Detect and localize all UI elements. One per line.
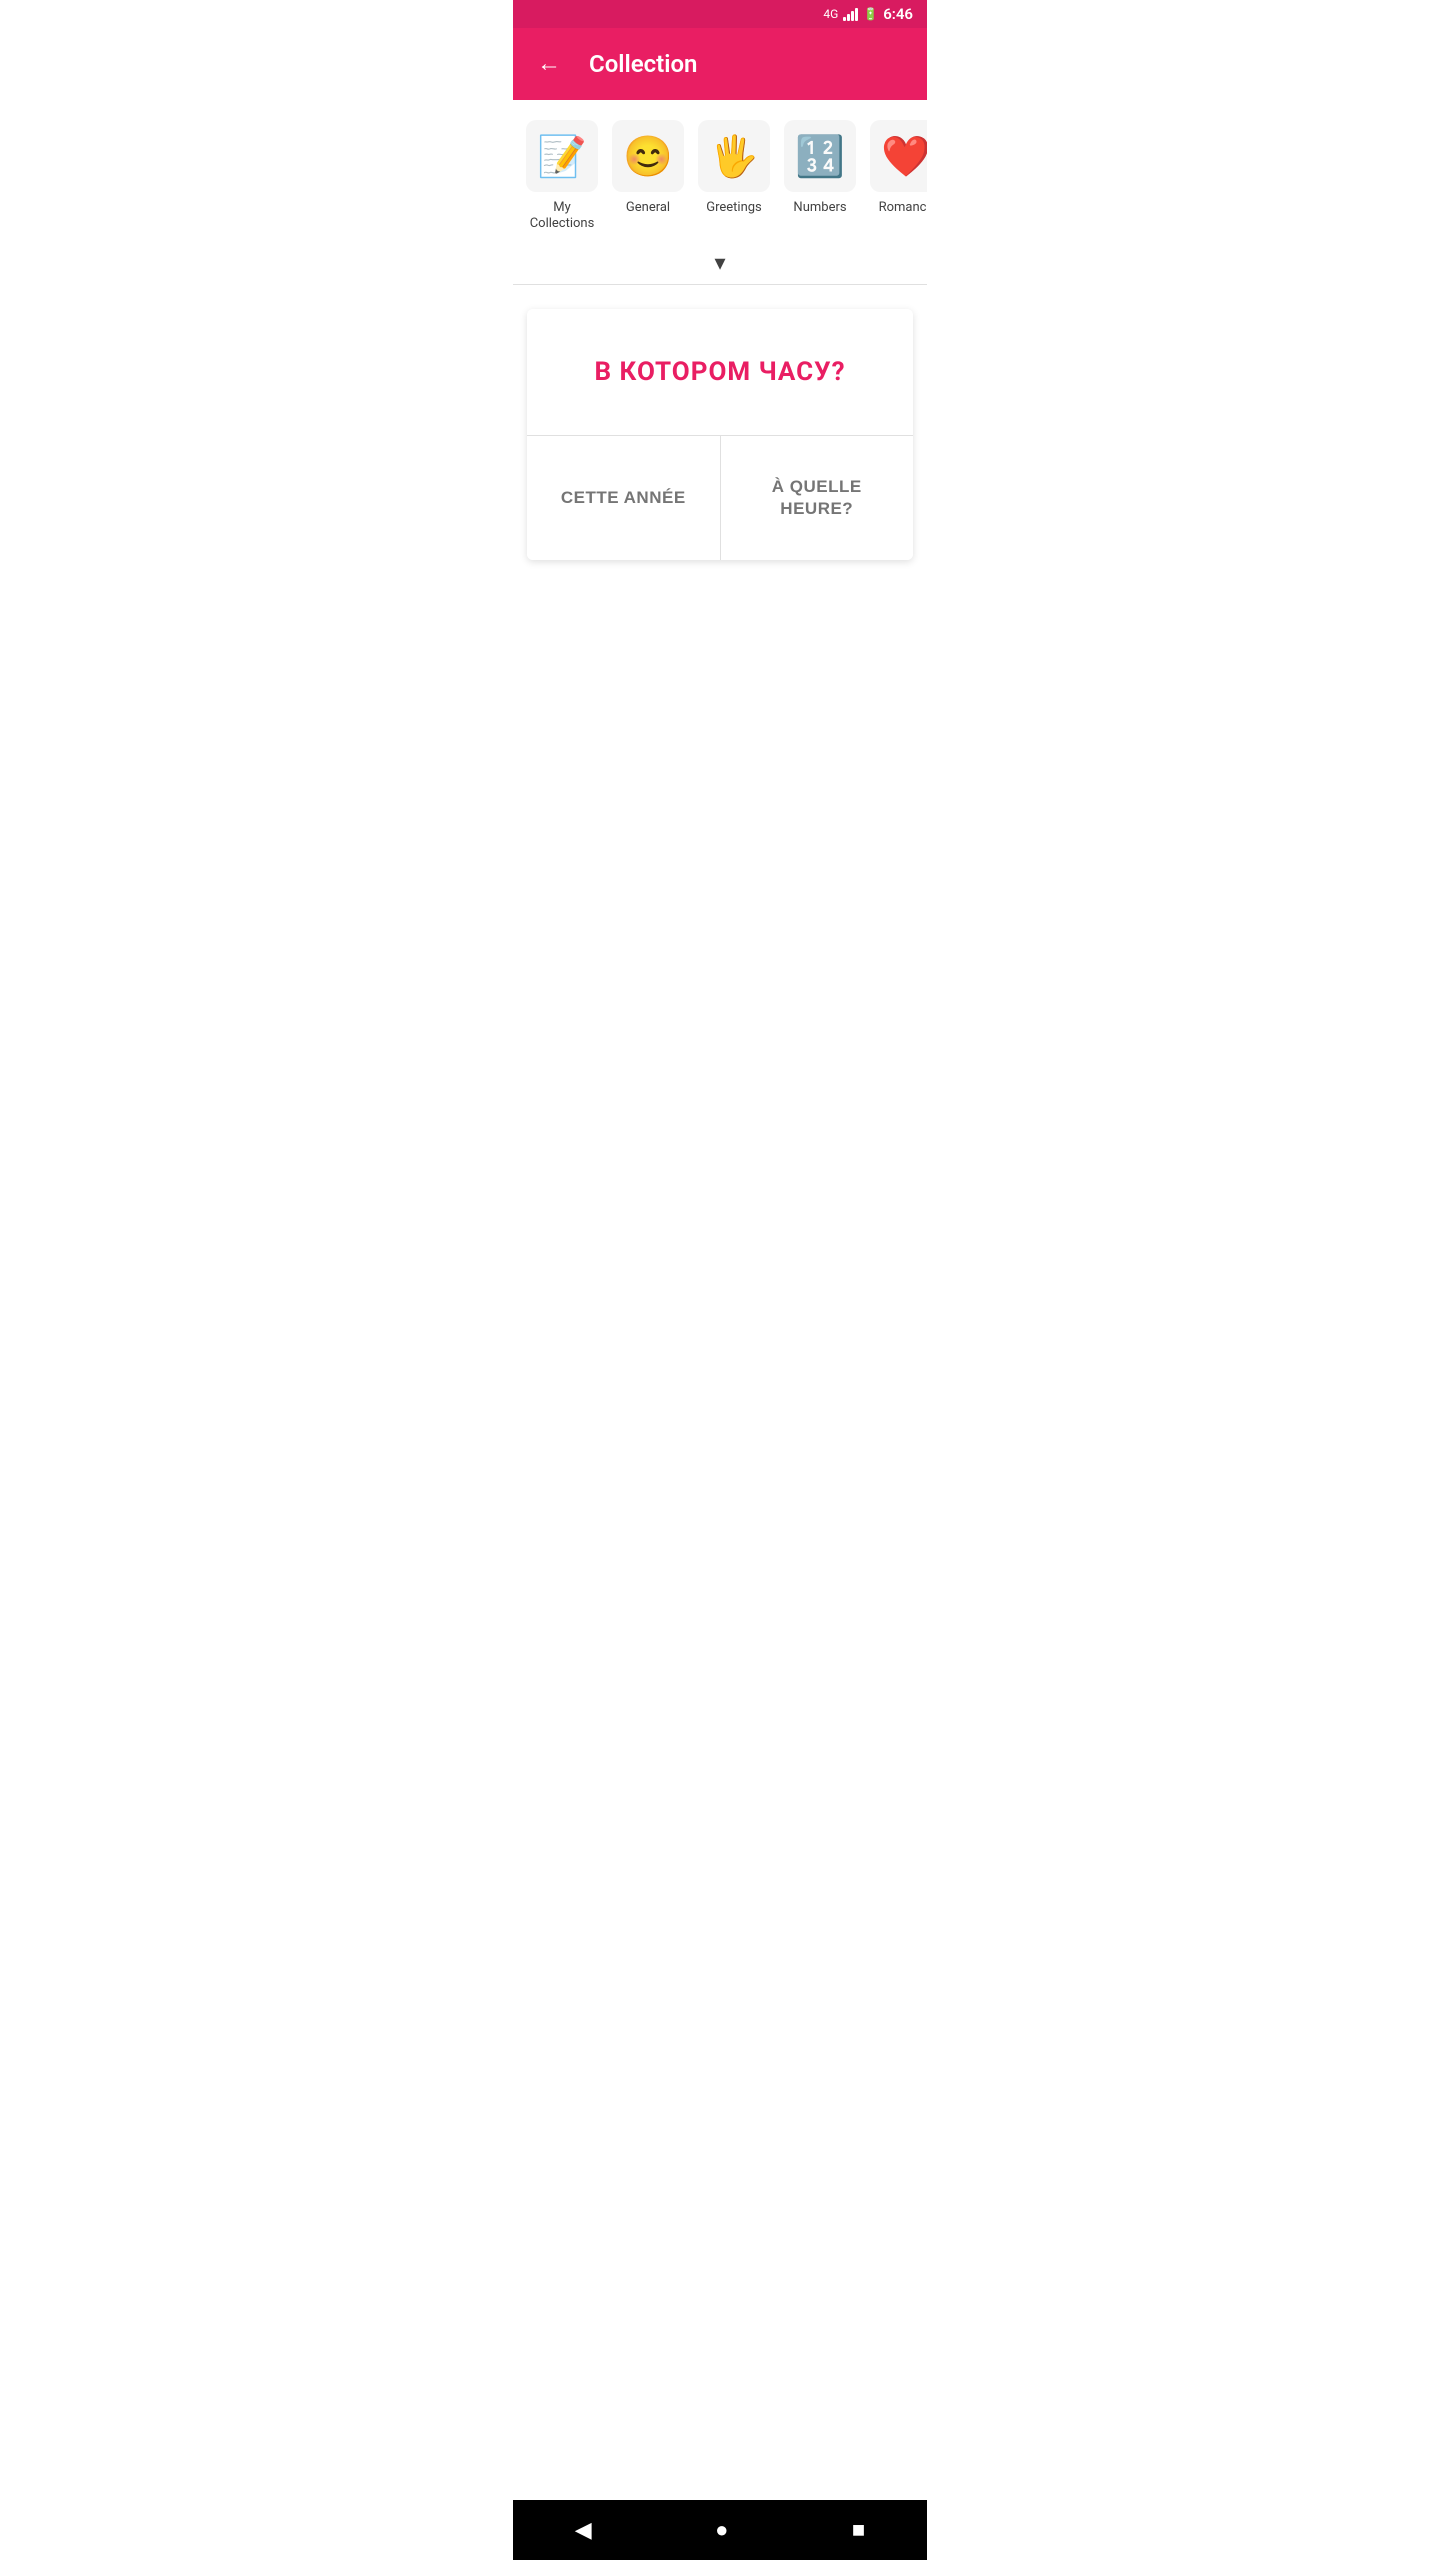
expand-icon[interactable]: ▾ <box>714 251 725 276</box>
signal-icon: 4G <box>823 7 838 21</box>
back-button[interactable]: ← <box>529 44 569 84</box>
battery-icon: 🔋 <box>863 7 878 21</box>
flashcard-area: В КОТОРОМ ЧАСУ? CETTE ANNÉE À QUELLE HEU… <box>513 285 927 560</box>
category-label-greetings: Greetings <box>706 200 762 216</box>
category-scroll: 📝 My Collections 😊 General 🖐️ Greetings 🔢 Numbe… <box>513 100 927 247</box>
category-label-numbers: Numbers <box>793 200 846 216</box>
app-bar: ← Collection <box>513 28 927 100</box>
chevron-row: ▾ <box>513 247 927 284</box>
category-icon-numbers: 🔢 <box>784 120 856 192</box>
category-item-numbers[interactable]: 🔢 Numbers <box>781 120 859 231</box>
status-time: 6:46 <box>883 5 913 23</box>
category-item-my-collections[interactable]: 📝 My Collections <box>523 120 601 231</box>
status-icons: 4G 🔋 6:46 <box>823 5 913 23</box>
category-label-my-collections: My Collections <box>523 200 601 231</box>
category-icon-my-collections: 📝 <box>526 120 598 192</box>
signal-bars <box>843 7 858 21</box>
answer-left-button[interactable]: CETTE ANNÉE <box>527 436 721 560</box>
flashcard-answers: CETTE ANNÉE À QUELLE HEURE? <box>527 436 913 560</box>
category-item-greetings[interactable]: 🖐️ Greetings <box>695 120 773 231</box>
category-item-romance[interactable]: ❤️ Romance <box>867 120 927 231</box>
flashcard-question-text: В КОТОРОМ ЧАСУ? <box>594 357 845 387</box>
flashcard: В КОТОРОМ ЧАСУ? CETTE ANNÉE À QUELLE HEU… <box>527 309 913 560</box>
category-item-general[interactable]: 😊 General <box>609 120 687 231</box>
nav-recents-button[interactable]: ■ <box>832 2507 885 2553</box>
category-icon-romance: ❤️ <box>870 120 927 192</box>
category-label-romance: Romance <box>879 200 927 216</box>
nav-back-button[interactable]: ◀ <box>555 2507 612 2553</box>
category-icon-general: 😊 <box>612 120 684 192</box>
flashcard-question: В КОТОРОМ ЧАСУ? <box>527 309 913 436</box>
nav-bar: ◀ ● ■ <box>513 2500 927 2560</box>
answer-right-button[interactable]: À QUELLE HEURE? <box>721 436 914 560</box>
category-label-general: General <box>626 200 670 216</box>
category-icon-greetings: 🖐️ <box>698 120 770 192</box>
status-bar: 4G 🔋 6:46 <box>513 0 927 28</box>
nav-home-button[interactable]: ● <box>695 2507 748 2553</box>
app-bar-title: Collection <box>589 50 697 78</box>
